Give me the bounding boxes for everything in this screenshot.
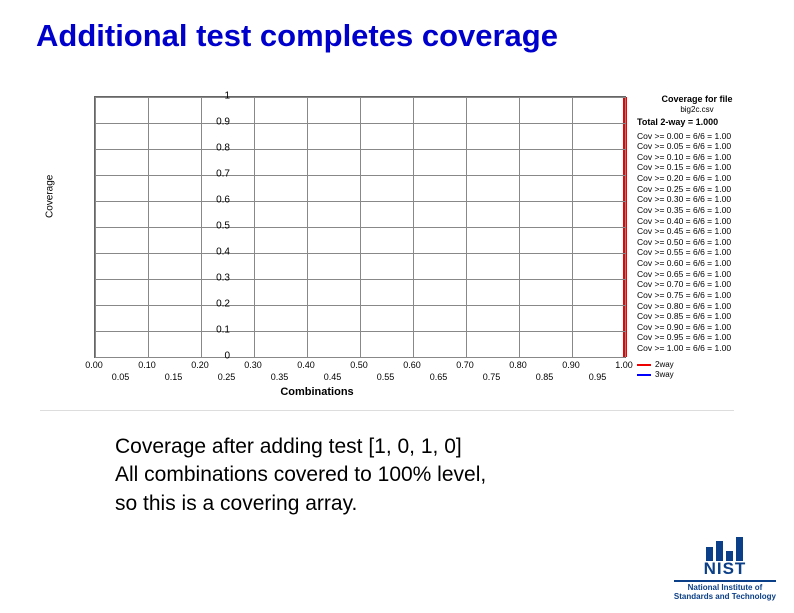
nist-logo: NIST National Institute of Standards and…	[674, 537, 776, 601]
x-tick: 0.75	[483, 372, 501, 382]
x-tick: 0.80	[509, 360, 527, 370]
y-tick: 0.5	[216, 221, 230, 232]
panel-row: Cov >= 1.00 = 6/6 = 1.00	[637, 343, 757, 354]
caption-text: Coverage after adding test [1, 0, 1, 0] …	[115, 433, 635, 518]
y-tick: 0.9	[216, 117, 230, 128]
panel-total: Total 2-way = 1.000	[637, 117, 757, 128]
panel-row: Cov >= 0.40 = 6/6 = 1.00	[637, 216, 757, 227]
grid-line	[360, 97, 361, 357]
y-tick: 0.8	[216, 143, 230, 154]
panel-row: Cov >= 0.85 = 6/6 = 1.00	[637, 311, 757, 322]
x-tick: 0.40	[297, 360, 315, 370]
logo-name: NIST	[674, 559, 776, 579]
panel-row: Cov >= 0.05 = 6/6 = 1.00	[637, 141, 757, 152]
grid-line	[95, 97, 96, 357]
x-tick: 0.70	[456, 360, 474, 370]
x-tick: 0.55	[377, 372, 395, 382]
legend-item-2way: 2way	[637, 360, 757, 370]
y-tick: 0.6	[216, 195, 230, 206]
panel-row: Cov >= 0.55 = 6/6 = 1.00	[637, 247, 757, 258]
y-tick: 0.3	[216, 273, 230, 284]
grid-line	[466, 97, 467, 357]
x-tick: 0.10	[138, 360, 156, 370]
y-tick: 0.7	[216, 169, 230, 180]
panel-row: Cov >= 0.00 = 6/6 = 1.00	[637, 131, 757, 142]
panel-row: Cov >= 0.15 = 6/6 = 1.00	[637, 162, 757, 173]
panel-row: Cov >= 0.90 = 6/6 = 1.00	[637, 322, 757, 333]
x-tick: 1.00	[615, 360, 633, 370]
divider	[40, 410, 734, 411]
panel-row: Cov >= 0.20 = 6/6 = 1.00	[637, 173, 757, 184]
chart-legend: 2way 3way	[637, 360, 757, 380]
panel-file: big2c.csv	[637, 105, 757, 115]
grid-line	[572, 97, 573, 357]
y-tick: 0.2	[216, 299, 230, 310]
x-tick: 0.90	[562, 360, 580, 370]
panel-row: Cov >= 0.30 = 6/6 = 1.00	[637, 194, 757, 205]
x-tick: 0.50	[350, 360, 368, 370]
panel-row: Cov >= 0.50 = 6/6 = 1.00	[637, 237, 757, 248]
legend-item-3way: 3way	[637, 370, 757, 380]
x-tick: 0.35	[271, 372, 289, 382]
x-tick: 0.20	[191, 360, 209, 370]
panel-row: Cov >= 0.95 = 6/6 = 1.00	[637, 332, 757, 343]
y-tick: 0.4	[216, 247, 230, 258]
grid-line	[148, 97, 149, 357]
y-tick: 1	[224, 91, 230, 102]
logo-subtitle: National Institute of Standards and Tech…	[674, 580, 776, 601]
caption-line: so this is a covering array.	[115, 492, 357, 515]
panel-row: Cov >= 0.65 = 6/6 = 1.00	[637, 269, 757, 280]
panel-row: Cov >= 0.70 = 6/6 = 1.00	[637, 279, 757, 290]
x-tick: 0.60	[403, 360, 421, 370]
logo-icon	[674, 537, 776, 561]
coverage-chart: Coverage Combinations Coverage for file …	[52, 88, 722, 408]
x-tick: 0.45	[324, 372, 342, 382]
y-tick: 0	[224, 351, 230, 362]
legend-label: 2way	[655, 360, 674, 370]
plot-area	[94, 96, 626, 358]
panel-row: Cov >= 0.60 = 6/6 = 1.00	[637, 258, 757, 269]
legend-label: 3way	[655, 370, 674, 380]
panel-row: Cov >= 0.25 = 6/6 = 1.00	[637, 184, 757, 195]
x-tick: 0.05	[112, 372, 130, 382]
x-tick: 0.65	[430, 372, 448, 382]
panel-rows: Cov >= 0.00 = 6/6 = 1.00Cov >= 0.05 = 6/…	[637, 131, 757, 354]
panel-row: Cov >= 0.35 = 6/6 = 1.00	[637, 205, 757, 216]
coverage-detail-panel: Coverage for file big2c.csv Total 2-way …	[637, 94, 757, 380]
x-tick: 0.25	[218, 372, 236, 382]
panel-row: Cov >= 0.80 = 6/6 = 1.00	[637, 301, 757, 312]
legend-swatch-blue	[637, 374, 651, 376]
caption-line: Coverage after adding test [1, 0, 1, 0]	[115, 435, 462, 458]
x-tick: 0.95	[589, 372, 607, 382]
y-tick: 0.1	[216, 325, 230, 336]
caption-line: All combinations covered to 100% level,	[115, 463, 486, 486]
panel-row: Cov >= 0.75 = 6/6 = 1.00	[637, 290, 757, 301]
x-tick: 0.30	[244, 360, 262, 370]
grid-line	[625, 97, 626, 357]
x-axis-label: Combinations	[280, 386, 353, 398]
x-tick: 0.85	[536, 372, 554, 382]
logo-sub-line: Standards and Technology	[674, 592, 776, 601]
x-tick: 0.00	[85, 360, 103, 370]
grid-line	[254, 97, 255, 357]
panel-row: Cov >= 0.10 = 6/6 = 1.00	[637, 152, 757, 163]
y-axis-label: Coverage	[45, 175, 56, 218]
grid-line	[413, 97, 414, 357]
panel-title: Coverage for file	[637, 94, 757, 105]
grid-line	[307, 97, 308, 357]
x-tick: 0.15	[165, 372, 183, 382]
panel-row: Cov >= 0.45 = 6/6 = 1.00	[637, 226, 757, 237]
slide-title: Additional test completes coverage	[36, 18, 794, 54]
grid-line	[519, 97, 520, 357]
legend-swatch-red	[637, 364, 651, 366]
grid-line	[201, 97, 202, 357]
grid-line	[95, 357, 625, 358]
